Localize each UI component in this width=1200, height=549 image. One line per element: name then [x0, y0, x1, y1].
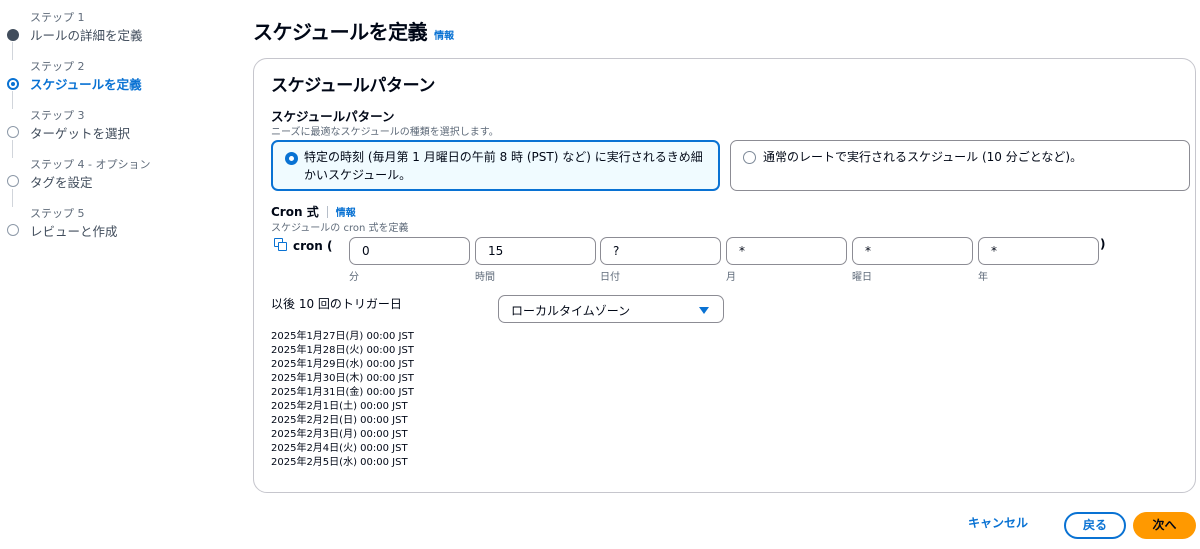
step-title: ターゲットを選択: [30, 126, 131, 141]
schedule-pattern-description: ニーズに最適なスケジュールの種類を選択します。: [271, 127, 499, 138]
radio-unselected-icon[interactable]: [743, 151, 756, 164]
trigger-date-item: 2025年2月3日(月) 00:00 JST: [271, 429, 408, 440]
cron-suffix: ): [1100, 237, 1106, 251]
cron-day-of-week-input[interactable]: [852, 237, 973, 265]
copy-icon[interactable]: [274, 238, 290, 253]
cron-hours-input[interactable]: [475, 237, 596, 265]
cron-day-of-week-label: 曜日: [852, 272, 872, 283]
radio-selected-icon[interactable]: [285, 152, 298, 165]
cron-day-of-month-label: 日付: [600, 272, 620, 283]
cron-month-field: 月: [726, 237, 847, 283]
trigger-date-list: 2025年1月27日(月) 00:00 JST 2025年1月28日(火) 00…: [271, 330, 414, 470]
page: ステップ 1 ルールの詳細を定義 ステップ 2 スケジュールを定義 ステップ 3…: [0, 0, 1200, 549]
info-link[interactable]: 情報: [434, 27, 454, 42]
trigger-date-item: 2025年2月5日(水) 00:00 JST: [271, 457, 408, 468]
trigger-date-item: 2025年1月31日(金) 00:00 JST: [271, 387, 414, 398]
page-title: スケジュールを定義: [253, 20, 428, 44]
step-title: タグを設定: [30, 175, 93, 190]
cron-year-input[interactable]: [978, 237, 1099, 265]
option-label: 通常のレートで実行されるスケジュール (10 分ごとなど)。: [763, 150, 1083, 164]
step-connector: [12, 91, 13, 109]
cron-day-of-week-field: 曜日: [852, 237, 973, 283]
cron-month-label: 月: [726, 272, 736, 283]
trigger-date-item: 2025年1月28日(火) 00:00 JST: [271, 345, 414, 356]
trigger-date-item: 2025年1月30日(木) 00:00 JST: [271, 373, 414, 384]
trigger-date-item: 2025年1月29日(水) 00:00 JST: [271, 359, 414, 370]
trigger-date-item: 2025年2月4日(火) 00:00 JST: [271, 443, 408, 454]
step-number: ステップ 2: [30, 60, 85, 73]
step-pending-icon: [7, 126, 19, 138]
cron-info-link[interactable]: 情報: [336, 204, 356, 219]
cron-minutes-field: 分: [349, 237, 470, 283]
cron-label: Cron 式: [271, 205, 319, 219]
step-connector: [12, 189, 13, 207]
page-header: スケジュールを定義 情報: [253, 16, 454, 45]
option-label: 特定の時刻 (毎月第 1 月曜日の午前 8 時 (PST) など) に実行される…: [304, 150, 703, 182]
container-title: スケジュールパターン: [271, 76, 435, 96]
step-connector: [12, 42, 13, 60]
cron-minutes-label: 分: [349, 272, 359, 283]
step-pending-icon: [7, 224, 19, 236]
caret-down-icon: [699, 307, 709, 314]
step-number: ステップ 5: [30, 207, 85, 220]
cron-prefix: cron (: [274, 238, 332, 253]
cron-day-of-month-field: 日付: [600, 237, 721, 283]
step-title: レビューと作成: [30, 224, 118, 239]
trigger-date-item: 2025年2月1日(土) 00:00 JST: [271, 401, 408, 412]
cron-year-label: 年: [978, 272, 988, 283]
cron-label-row: Cron 式 情報: [271, 203, 356, 220]
cron-year-field: 年: [978, 237, 1099, 283]
step-number: ステップ 1: [30, 11, 85, 24]
step-completed-icon: [7, 29, 19, 41]
cron-prefix-text: cron (: [293, 238, 333, 253]
step-number: ステップ 3: [30, 109, 85, 122]
timezone-select[interactable]: ローカルタイムゾーン: [498, 295, 724, 323]
cron-day-of-month-input[interactable]: [600, 237, 721, 265]
option-rate-based-schedule[interactable]: 通常のレートで実行されるスケジュール (10 分ごとなど)。: [730, 140, 1190, 191]
step-connector: [12, 140, 13, 158]
option-fine-grained-schedule[interactable]: 特定の時刻 (毎月第 1 月曜日の午前 8 時 (PST) など) に実行される…: [271, 140, 720, 191]
cron-minutes-input[interactable]: [349, 237, 470, 265]
timezone-selected-value: ローカルタイムゾーン: [511, 304, 631, 318]
step-title: スケジュールを定義: [30, 77, 142, 92]
step-pending-icon: [7, 175, 19, 187]
wizard-stepper: ステップ 1 ルールの詳細を定義 ステップ 2 スケジュールを定義 ステップ 3…: [0, 0, 230, 549]
next-button[interactable]: 次へ: [1133, 512, 1196, 539]
cron-hours-label: 時間: [475, 272, 495, 283]
next-triggers-label: 以後 10 回のトリガー日: [271, 297, 402, 311]
cancel-button[interactable]: キャンセル: [968, 514, 1028, 531]
cron-month-input[interactable]: [726, 237, 847, 265]
schedule-pattern-container: スケジュールパターン スケジュールパターン ニーズに最適なスケジュールの種類を選…: [253, 58, 1196, 493]
trigger-date-item: 2025年1月27日(月) 00:00 JST: [271, 331, 414, 342]
cron-hours-field: 時間: [475, 237, 596, 283]
cron-description: スケジュールの cron 式を定義: [271, 223, 409, 234]
divider: [326, 205, 328, 218]
step-current-icon: [7, 78, 19, 90]
step-title[interactable]: ルールの詳細を定義: [30, 25, 143, 44]
step-number: ステップ 4 - オプション: [30, 158, 151, 171]
trigger-date-item: 2025年2月2日(日) 00:00 JST: [271, 415, 408, 426]
back-button[interactable]: 戻る: [1064, 512, 1126, 539]
